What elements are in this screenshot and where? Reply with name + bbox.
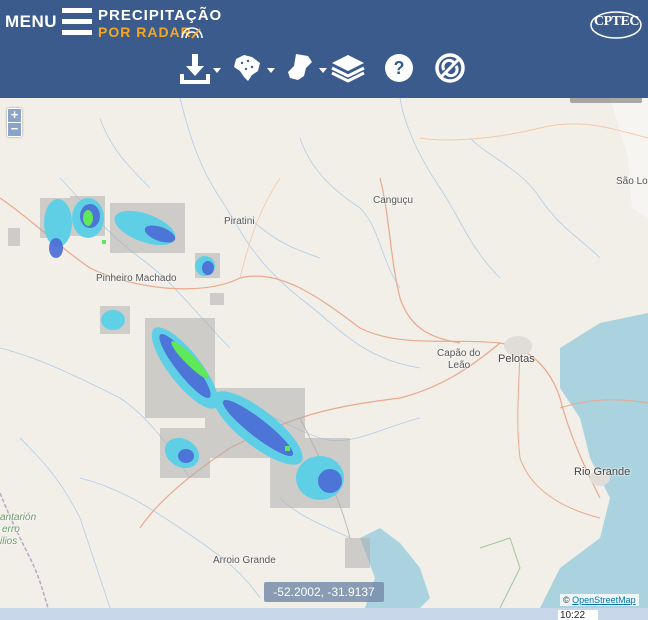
brand-title-line1: PRECIPITAÇÃO xyxy=(98,7,223,24)
map-basemap xyxy=(0,98,648,608)
map-canvas[interactable]: + − São Lo Canguçu Piratini Pinheiro Mac… xyxy=(0,98,648,608)
place-label: Canguçu xyxy=(373,195,414,206)
border-line xyxy=(0,492,49,608)
place-label: Pelotas xyxy=(498,353,535,365)
radar-icon xyxy=(181,27,203,39)
timeline-time: 10:22 xyxy=(558,610,598,620)
layers-button[interactable] xyxy=(330,50,366,86)
brand-title-line2: POR RADAR xyxy=(98,24,192,40)
place-label: Piratini xyxy=(224,216,255,227)
timeline-bar[interactable] xyxy=(0,608,648,620)
lagoon-water xyxy=(540,313,648,608)
app: MENU PRECIPITAÇÃO POR RADAR CPTEC ? + − … xyxy=(0,0,648,620)
header-bar: MENU PRECIPITAÇÃO POR RADAR CPTEC ? xyxy=(0,0,648,98)
map-top-handle xyxy=(570,98,642,103)
help-button[interactable]: ? xyxy=(384,50,414,86)
place-label: Leão xyxy=(448,360,471,371)
menu-label[interactable]: MENU xyxy=(5,12,57,32)
place-label: Rio Grande xyxy=(574,466,631,478)
place-label: Pinheiro Machado xyxy=(96,273,177,284)
place-label: São Lo xyxy=(616,176,648,187)
layers-icon xyxy=(331,55,365,83)
place-label: Arroio Grande xyxy=(213,555,276,566)
place-label: antarión xyxy=(0,512,37,523)
place-label: ilios xyxy=(0,536,18,547)
chevron-down-icon xyxy=(319,67,327,73)
brazil-map-button[interactable] xyxy=(232,50,275,86)
coordinate-readout: -52.2002, -31.9137 xyxy=(264,582,384,602)
zoom-out-button[interactable]: − xyxy=(8,122,21,136)
place-label: erro xyxy=(2,524,20,535)
download-icon xyxy=(180,54,210,84)
cptec-logo-text: CPTEC xyxy=(594,14,639,29)
state-map-icon xyxy=(288,54,312,80)
svg-text:?: ? xyxy=(394,58,405,78)
place-label: Capão do xyxy=(437,348,481,359)
brazil-map-icon xyxy=(234,55,260,81)
hamburger-menu-icon[interactable] xyxy=(62,8,92,38)
download-button[interactable] xyxy=(180,50,221,86)
chevron-down-icon xyxy=(267,67,275,73)
no-sync-icon xyxy=(435,53,465,83)
map-attribution: © OpenStreetMap xyxy=(560,594,639,606)
help-icon: ? xyxy=(385,54,413,82)
no-sync-button[interactable] xyxy=(434,50,466,86)
radar-precipitation-layer xyxy=(8,196,370,568)
state-map-button[interactable] xyxy=(286,50,327,86)
park-boundary xyxy=(479,537,521,608)
zoom-control: + − xyxy=(7,108,22,137)
chevron-down-icon xyxy=(213,67,221,73)
attribution-prefix: © xyxy=(563,595,573,605)
openstreetmap-link[interactable]: OpenStreetMap xyxy=(572,595,636,605)
